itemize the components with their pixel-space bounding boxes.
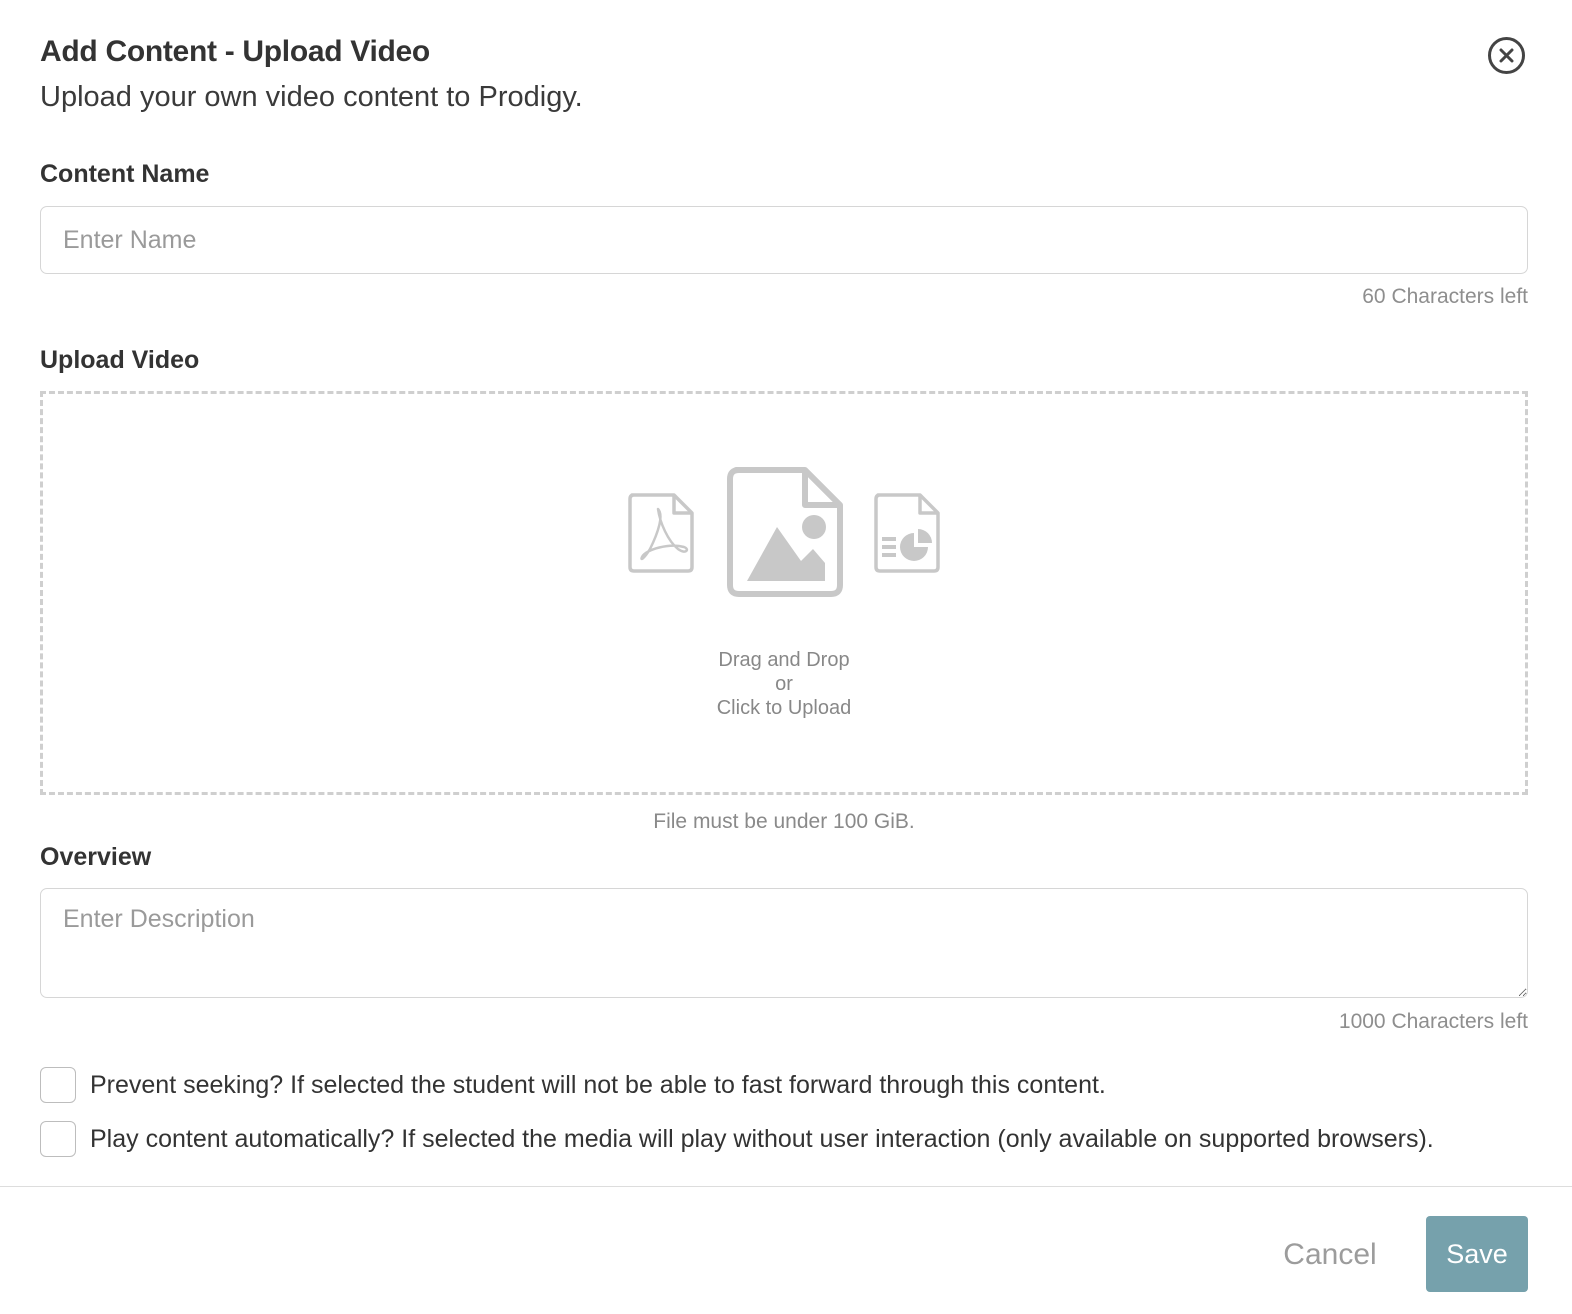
overview-textarea[interactable] — [40, 888, 1528, 998]
autoplay-label: Play content automatically? If selected … — [90, 1124, 1434, 1153]
modal-subtitle: Upload your own video content to Prodigy… — [40, 81, 583, 113]
content-name-label: Content Name — [40, 160, 210, 188]
modal-title: Add Content - Upload Video — [40, 35, 430, 68]
overview-char-count: 1000 Characters left — [1338, 1010, 1528, 1033]
pdf-file-icon — [628, 493, 694, 573]
click-upload-text: Click to Upload — [716, 697, 852, 719]
file-size-note: File must be under 100 GiB. — [653, 810, 915, 833]
upload-dropzone[interactable]: Drag and Drop or Click to Upload — [40, 391, 1528, 795]
upload-icons — [43, 467, 1525, 599]
close-icon — [1499, 48, 1514, 63]
upload-video-modal: Add Content - Upload Video Upload your o… — [0, 0, 1572, 1314]
or-text: or — [775, 673, 793, 695]
drag-drop-text: Drag and Drop — [718, 649, 850, 671]
content-name-char-count: 60 Characters left — [1362, 285, 1528, 308]
prevent-seeking-option[interactable]: Prevent seeking? If selected the student… — [40, 1067, 1106, 1103]
close-button[interactable] — [1488, 37, 1525, 74]
upload-video-label: Upload Video — [40, 346, 200, 374]
overview-label: Overview — [40, 843, 152, 871]
prevent-seeking-label: Prevent seeking? If selected the student… — [90, 1070, 1106, 1099]
footer-divider — [0, 1186, 1572, 1187]
report-file-icon — [874, 493, 940, 573]
modal-header: Add Content - Upload Video Upload your o… — [40, 30, 1532, 119]
autoplay-checkbox[interactable] — [40, 1121, 76, 1157]
image-file-icon — [727, 467, 843, 597]
upload-instructions: Drag and Drop or Click to Upload — [43, 648, 1525, 720]
autoplay-option[interactable]: Play content automatically? If selected … — [40, 1121, 1434, 1157]
cancel-button[interactable]: Cancel — [1274, 1218, 1386, 1292]
save-button[interactable]: Save — [1426, 1216, 1528, 1292]
content-name-input[interactable] — [40, 206, 1528, 274]
prevent-seeking-checkbox[interactable] — [40, 1067, 76, 1103]
